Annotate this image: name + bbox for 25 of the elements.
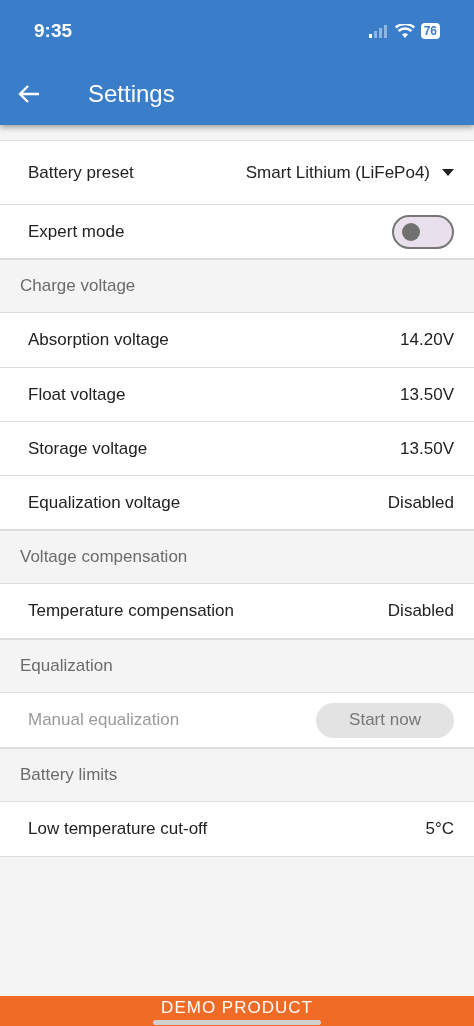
caret-icon	[442, 169, 454, 176]
setting-label: Manual equalization	[28, 710, 180, 730]
setting-label: Low temperature cut-off	[28, 819, 208, 839]
setting-label: Equalization voltage	[28, 492, 181, 513]
signal-icon	[368, 24, 389, 38]
back-arrow-icon[interactable]	[18, 83, 40, 104]
preset-dropdown[interactable]: Smart Lithium (LiFePo4)	[245, 162, 454, 183]
status-time: 9:35	[34, 20, 73, 42]
setting-value: Disabled	[387, 492, 454, 513]
wifi-icon	[394, 24, 415, 38]
battery-level: 76	[420, 23, 440, 39]
setting-label: Storage voltage	[28, 438, 148, 459]
setting-label: Expert mode	[28, 221, 125, 242]
setting-value: 13.50V	[400, 438, 454, 459]
page-title: Settings	[88, 79, 175, 108]
setting-value: Disabled	[387, 601, 454, 621]
toggle-switch[interactable]	[392, 214, 454, 249]
setting-label: Temperature compensation	[28, 601, 234, 621]
setting-label: Absorption voltage	[28, 330, 169, 350]
banner-text: DEMO PRODUCT	[161, 998, 313, 1018]
setting-value: 14.20V	[400, 330, 454, 350]
setting-label: Battery preset	[28, 162, 134, 183]
setting-value: 13.50V	[400, 384, 454, 405]
setting-label: Float voltage	[28, 384, 126, 405]
setting-value: 5°C	[425, 819, 454, 839]
